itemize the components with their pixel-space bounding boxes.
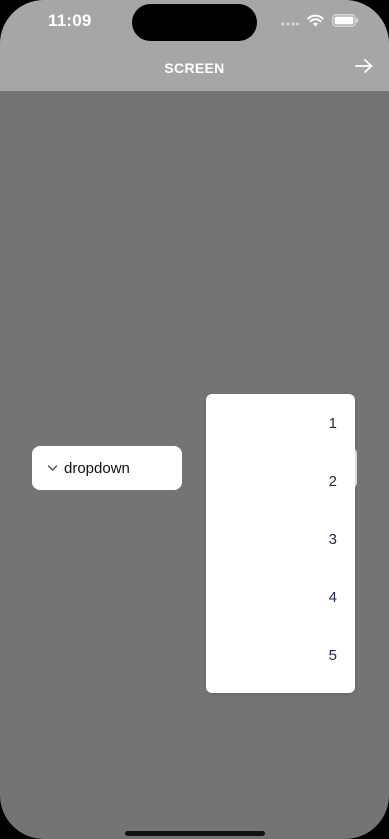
forward-button[interactable]: [353, 58, 375, 78]
dropdown-menu: 1 2 3 4 5: [206, 394, 355, 693]
status-time: 11:09: [48, 11, 92, 30]
chevron-down-icon: [47, 464, 58, 472]
wifi-icon: [307, 14, 324, 27]
status-icons: [281, 14, 359, 27]
dropdown-option-5[interactable]: 5: [206, 626, 355, 684]
dropdown-option-2[interactable]: 2: [206, 452, 355, 510]
phone-screen: 11:09 SCREEN dropdown 1 2 3 4 5: [0, 0, 389, 839]
home-indicator[interactable]: [125, 831, 265, 836]
dropdown-option-1[interactable]: 1: [206, 394, 355, 452]
dropdown-label: dropdown: [64, 459, 130, 477]
signal-icon: [281, 16, 299, 26]
dropdown-option-4[interactable]: 4: [206, 568, 355, 626]
dynamic-island: [132, 4, 257, 41]
arrow-right-icon: [355, 58, 373, 78]
battery-icon: [332, 14, 359, 27]
dropdown-button[interactable]: dropdown: [32, 446, 182, 490]
page-title: SCREEN: [164, 60, 225, 76]
dropdown-option-3[interactable]: 3: [206, 510, 355, 568]
header-bar: 11:09 SCREEN: [0, 0, 389, 91]
